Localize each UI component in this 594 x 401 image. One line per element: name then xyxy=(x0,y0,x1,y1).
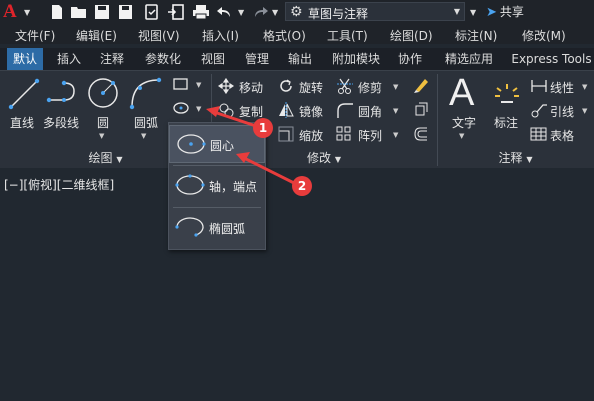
arrow-1-head xyxy=(206,106,220,117)
arrow-1 xyxy=(213,110,257,128)
arrow-2 xyxy=(243,156,297,186)
step-badge-2: 2 xyxy=(292,176,312,196)
annotation-overlay xyxy=(206,106,297,186)
step-badge-1: 1 xyxy=(253,118,273,138)
